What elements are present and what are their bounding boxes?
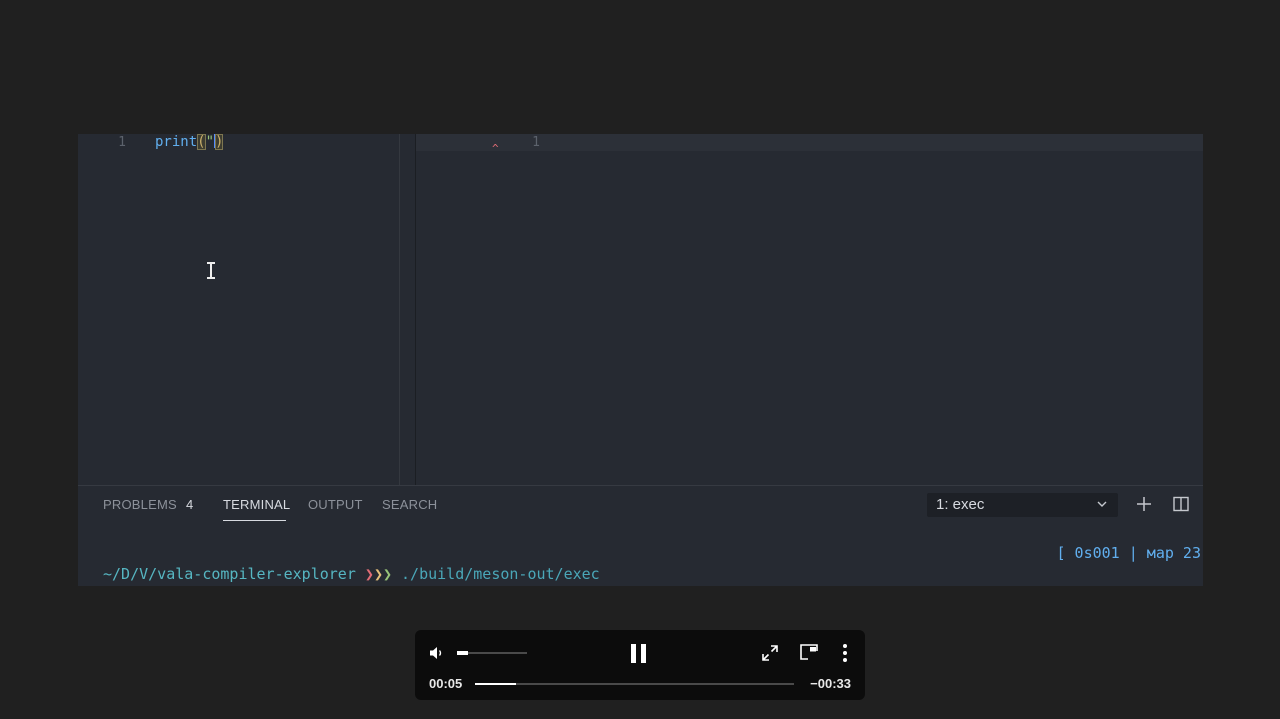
output-line-1[interactable]: 1 ^	[416, 134, 1203, 155]
terminal-status-line: [ 0s001 | мар 23	[1056, 544, 1202, 562]
terminal-prompt-line[interactable]: ~/D/V/vala-compiler-explorer ❯❯❯ ./build…	[103, 564, 600, 584]
video-progress-fill	[475, 683, 517, 685]
code-function-name: print	[155, 134, 198, 150]
source-line-number: 1	[118, 135, 126, 150]
source-editor-pane[interactable]: 1 print(")	[78, 134, 399, 485]
tab-problems[interactable]: PROBLEMS	[103, 495, 177, 515]
code-close-paren: )	[215, 134, 224, 150]
problems-count-badge: 4	[186, 497, 194, 512]
elapsed-time: 00:05	[429, 676, 463, 691]
terminal-command: ./build/meson-out/exec	[401, 565, 600, 583]
code-string-quote: "	[205, 134, 215, 150]
code-open-paren: (	[197, 134, 206, 150]
tab-terminal[interactable]: TERMINAL	[223, 495, 290, 515]
picture-in-picture-icon[interactable]	[799, 643, 819, 661]
split-terminal-icon[interactable]	[1172, 495, 1190, 513]
terminal-select[interactable]: 1: exec	[927, 493, 1118, 517]
pause-icon[interactable]	[629, 643, 649, 664]
output-editor-pane[interactable]: 1 ^	[416, 134, 1203, 485]
fullscreen-icon[interactable]	[761, 644, 779, 662]
bottom-panel: PROBLEMS 4 TERMINAL OUTPUT SEARCH 1: exe…	[78, 485, 1203, 586]
volume-slider[interactable]	[457, 651, 527, 655]
output-line-number: 1	[532, 135, 540, 150]
prompt-arrow: ❯	[373, 565, 383, 583]
active-tab-indicator	[223, 520, 286, 521]
prompt-arrow: ❯	[382, 565, 392, 583]
remaining-time: −00:33	[810, 676, 851, 691]
source-line-1[interactable]: 1 print(")	[78, 134, 399, 151]
terminal-cwd: ~/D/V/vala-compiler-explorer	[103, 565, 356, 583]
tab-search[interactable]: SEARCH	[382, 495, 437, 515]
volume-icon[interactable]	[429, 645, 445, 661]
add-terminal-icon[interactable]	[1135, 495, 1153, 513]
more-options-icon[interactable]	[840, 643, 850, 663]
ibeam-cursor-icon	[207, 262, 215, 279]
prompt-arrow: ❯	[364, 565, 374, 583]
pane-splitter[interactable]	[400, 134, 415, 485]
source-code-text[interactable]: print(")	[155, 134, 224, 151]
video-player-controls: 00:05 −00:33	[415, 630, 865, 700]
chevron-down-icon	[1097, 501, 1107, 507]
video-progress-bar[interactable]	[475, 683, 794, 685]
volume-level	[457, 651, 468, 655]
error-marker: ^	[492, 142, 499, 155]
editor-window: 1 print(") 1 ^ PROBLEMS 4 TERMINAL OUTPU…	[78, 134, 1203, 586]
tab-output[interactable]: OUTPUT	[308, 495, 363, 515]
terminal-select-value: 1: exec	[936, 496, 985, 513]
